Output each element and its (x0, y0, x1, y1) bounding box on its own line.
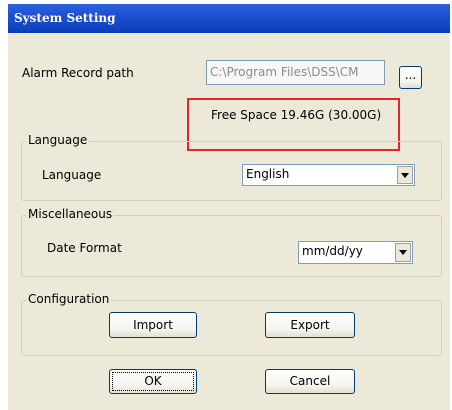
chevron-down-icon[interactable] (397, 166, 413, 184)
cancel-button[interactable]: Cancel (265, 369, 355, 394)
window-title: System Setting (14, 11, 116, 25)
date-format-selected-value: mm/dd/yy (302, 244, 363, 258)
ok-button[interactable]: OK (109, 369, 197, 394)
language-select[interactable]: English (242, 164, 415, 186)
import-button[interactable]: Import (109, 312, 197, 338)
configuration-group: Configuration (21, 292, 442, 356)
title-bar[interactable]: System Setting (8, 4, 450, 33)
browse-button[interactable]: ... (399, 66, 422, 89)
language-label: Language (42, 168, 102, 182)
date-format-label: Date Format (47, 241, 122, 255)
date-format-select[interactable]: mm/dd/yy (298, 241, 413, 264)
system-setting-dialog: System Setting Alarm Record path C:\Prog… (8, 4, 450, 410)
export-button[interactable]: Export (265, 312, 355, 338)
miscellaneous-group-title: Miscellaneous (26, 207, 115, 221)
chevron-down-icon[interactable] (395, 243, 411, 262)
language-selected-value: English (246, 167, 290, 181)
alarm-record-path-label: Alarm Record path (22, 66, 134, 80)
configuration-group-title: Configuration (26, 292, 112, 306)
language-group-title: Language (26, 133, 90, 147)
alarm-record-path-field[interactable]: C:\Program Files\DSS\CM (206, 60, 385, 85)
